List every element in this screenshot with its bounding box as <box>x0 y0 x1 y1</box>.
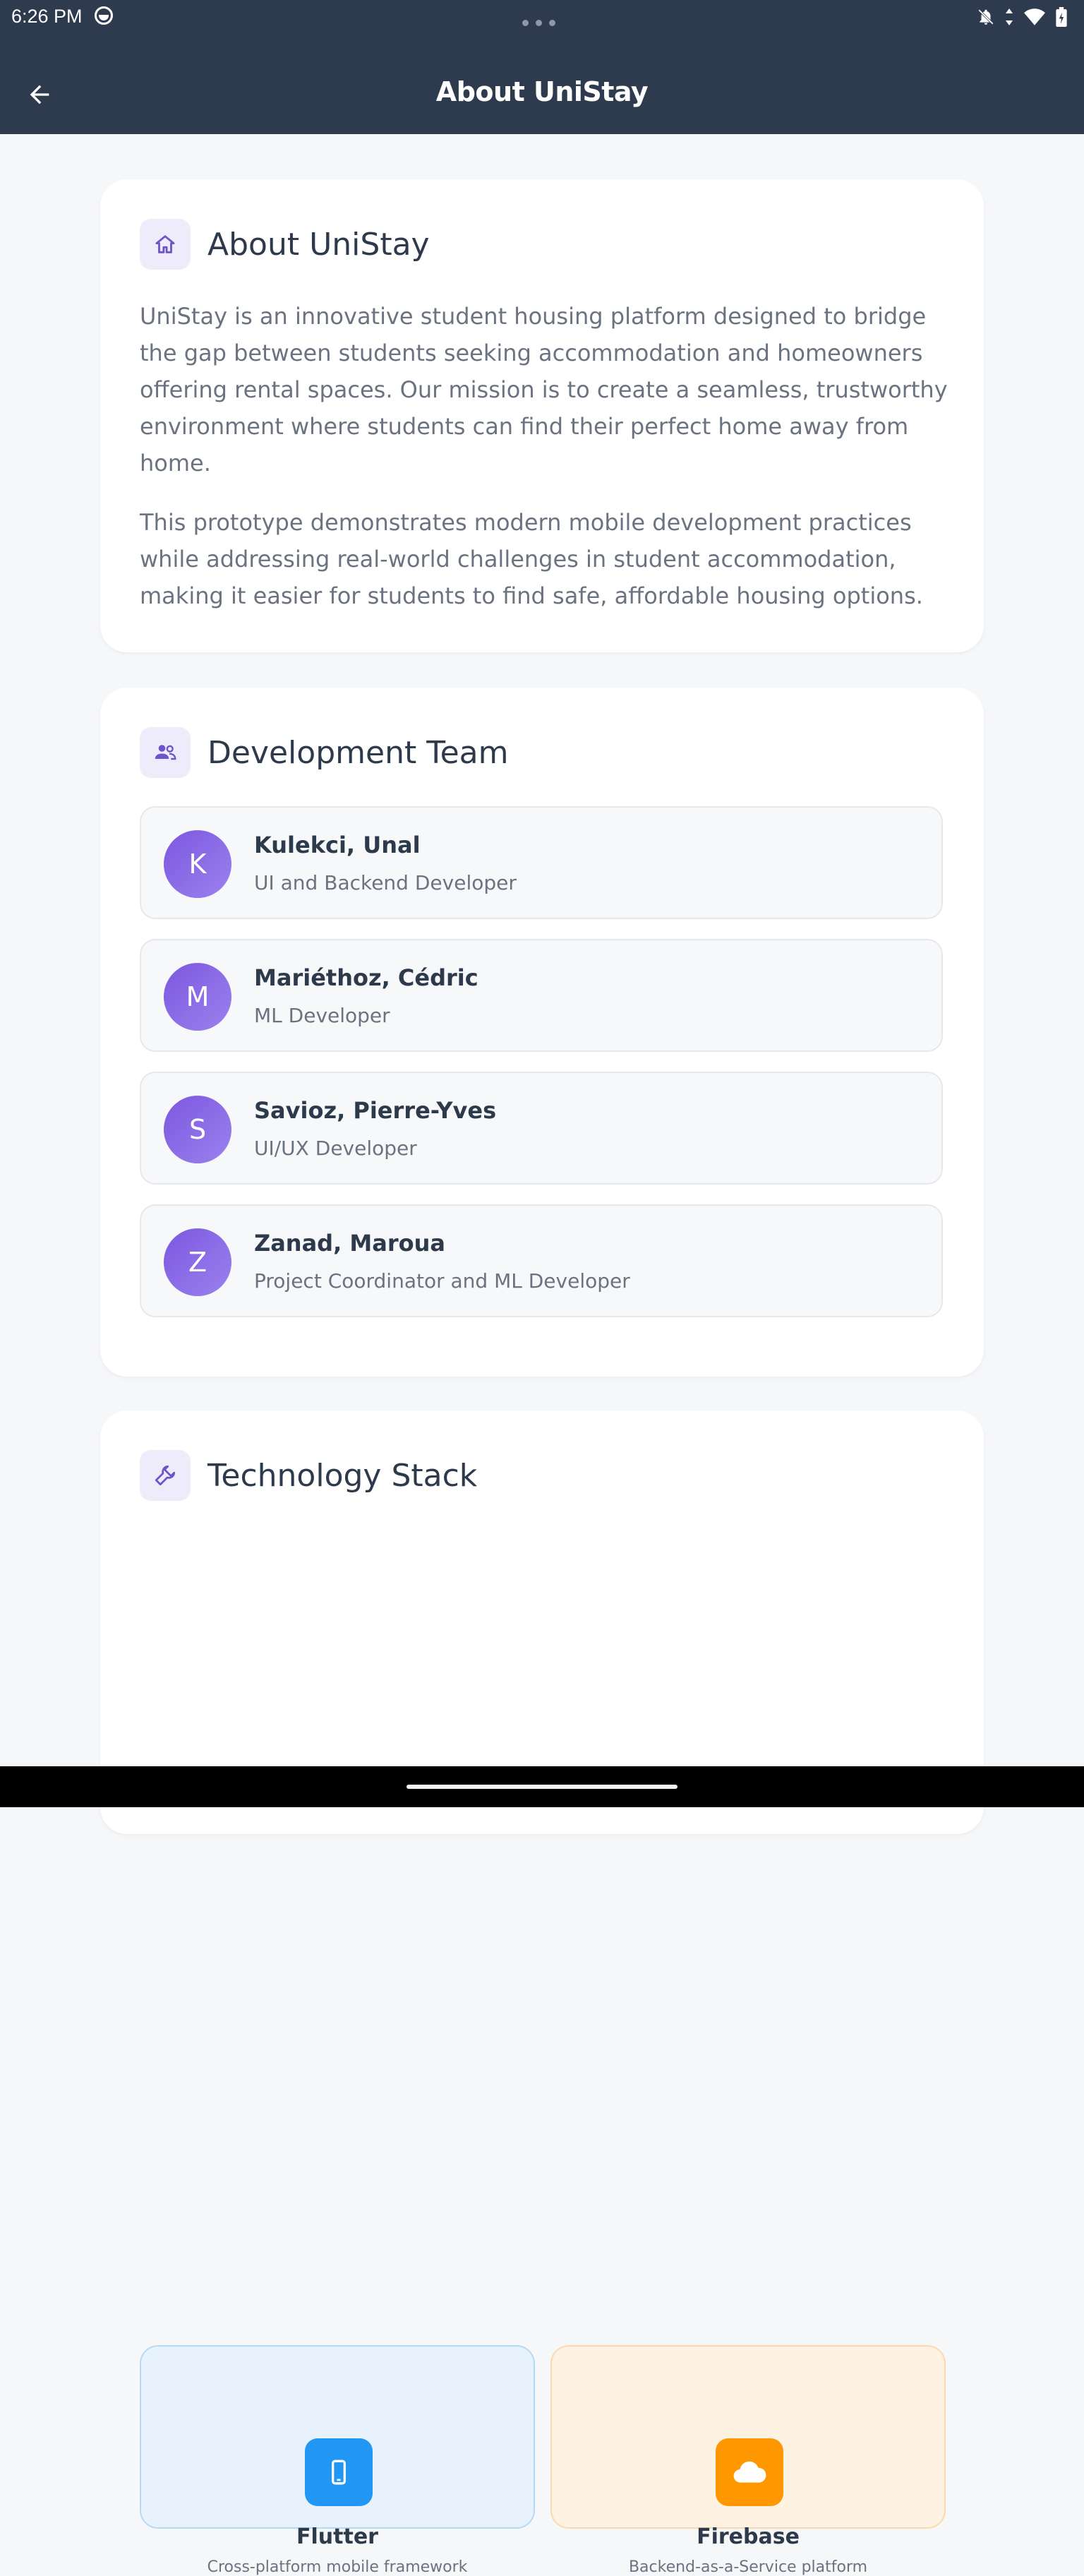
people-icon <box>140 727 191 778</box>
tech-header: Technology Stack <box>140 1450 477 1501</box>
avatar: Z <box>164 1228 231 1296</box>
team-member-card: S Savioz, Pierre-Yves UI/UX Developer <box>140 1072 943 1185</box>
avatar: S <box>164 1096 231 1163</box>
team-title: Development Team <box>207 734 509 771</box>
face-icon <box>95 6 113 25</box>
data-arrows-icon <box>1006 8 1013 25</box>
member-name: Zanad, Maroua <box>254 1230 445 1257</box>
tech-item-flutter: Flutter Cross-platform mobile framework <box>140 2345 535 2576</box>
system-navigation-bar <box>0 1766 1084 1807</box>
status-bar: 6:26 PM <box>0 0 1084 37</box>
team-card: Development Team K Kulekci, Unal UI and … <box>100 688 984 1377</box>
tech-name: Flutter <box>296 2524 378 2549</box>
tech-name: Firebase <box>697 2524 800 2549</box>
about-paragraph-1: UniStay is an innovative student housing… <box>140 303 948 477</box>
cloud-icon <box>716 2438 783 2506</box>
team-member-card: K Kulekci, Unal UI and Backend Developer <box>140 806 943 919</box>
status-icons <box>977 7 1067 27</box>
avatar: K <box>164 830 231 898</box>
more-dots-icon <box>522 16 562 29</box>
wrench-icon <box>140 1450 191 1501</box>
member-role: UI and Backend Developer <box>254 871 517 894</box>
team-member-card: Z Zanad, Maroua Project Coordinator and … <box>140 1204 943 1317</box>
bell-off-icon <box>978 9 994 25</box>
member-role: ML Developer <box>254 1004 390 1027</box>
tech-item-firebase: Firebase Backend-as-a-Service platform <box>550 2345 946 2576</box>
status-time: 6:26 PM <box>11 6 83 27</box>
app-bar: About UniStay <box>0 37 1084 134</box>
about-paragraph-2: This prototype demonstrates modern mobil… <box>140 509 923 609</box>
page-title: About UniStay <box>435 76 649 107</box>
tech-description: Backend-as-a-Service platform <box>628 2558 868 2576</box>
member-role: UI/UX Developer <box>254 1137 417 1160</box>
about-title: About UniStay <box>207 226 430 263</box>
home-gesture-handle[interactable] <box>406 1785 678 1789</box>
avatar: M <box>164 963 231 1031</box>
member-name: Savioz, Pierre-Yves <box>254 1097 497 1124</box>
tech-description: Cross-platform mobile framework <box>207 2558 468 2576</box>
team-header: Development Team <box>140 727 509 778</box>
phone-icon <box>305 2438 373 2506</box>
member-role: Project Coordinator and ML Developer <box>254 1269 630 1293</box>
home-icon <box>140 219 191 270</box>
about-header: About UniStay <box>140 219 430 270</box>
wifi-icon <box>1024 8 1045 25</box>
about-card: About UniStay UniStay is an innovative s… <box>100 179 984 652</box>
team-member-card: M Mariéthoz, Cédric ML Developer <box>140 939 943 1052</box>
tech-title: Technology Stack <box>207 1457 478 1494</box>
member-name: Mariéthoz, Cédric <box>254 964 478 991</box>
battery-icon <box>1056 7 1067 27</box>
member-name: Kulekci, Unal <box>254 832 421 858</box>
